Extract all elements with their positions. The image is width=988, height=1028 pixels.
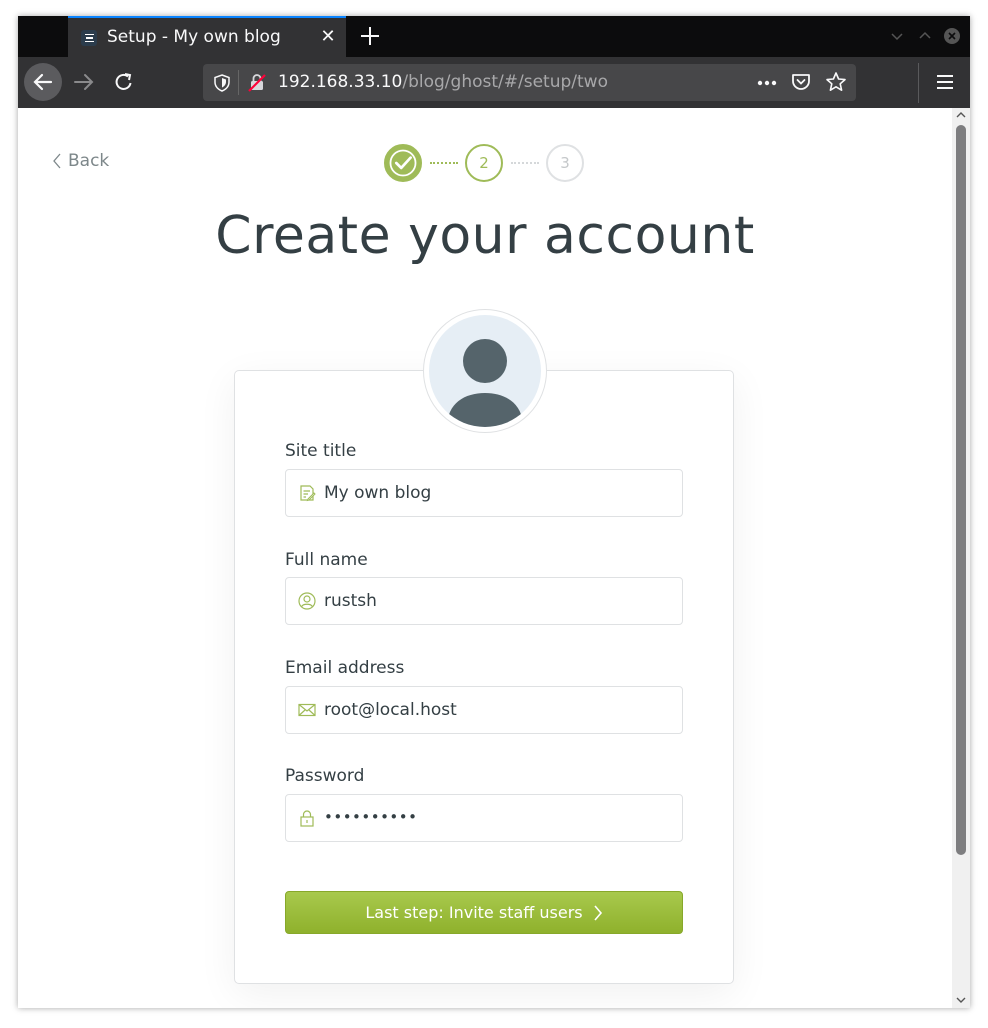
reload-button[interactable] [106, 64, 142, 100]
envelope-icon [298, 703, 316, 717]
tab-strip: Setup - My own blog ✕ [18, 16, 970, 57]
site-title-input[interactable]: My own blog [285, 469, 683, 517]
step-3-pending: 3 [546, 144, 584, 182]
scroll-thumb[interactable] [956, 125, 966, 855]
reload-icon [115, 73, 132, 90]
checkmark-icon [389, 149, 417, 177]
full-name-value: rustsh [324, 591, 377, 611]
submit-label: Last step: Invite staff users [365, 903, 583, 922]
email-value: root@local.host [324, 700, 457, 720]
back-label: Back [68, 151, 110, 171]
step-1-complete [384, 144, 422, 182]
password-input[interactable]: •••••••••• [285, 794, 683, 842]
scroll-up-icon[interactable] [956, 111, 966, 119]
bookmark-star-icon[interactable] [825, 71, 847, 93]
back-button[interactable] [24, 63, 62, 101]
site-title-value: My own blog [324, 483, 432, 503]
lock-icon [300, 810, 314, 827]
chevron-left-icon [53, 153, 61, 169]
user-circle-icon [298, 592, 316, 610]
step-connector [511, 162, 539, 164]
window-close-icon[interactable] [943, 27, 961, 45]
avatar-placeholder [429, 315, 541, 427]
url-host: 192.168.33.10 [278, 72, 403, 92]
chevron-right-icon [594, 904, 602, 921]
user-silhouette-icon [447, 339, 523, 427]
hamburger-menu-icon[interactable] [935, 73, 955, 91]
password-label: Password [285, 766, 365, 786]
full-name-label: Full name [285, 550, 368, 570]
url-separator [238, 70, 239, 95]
back-link[interactable]: Back [52, 151, 109, 171]
browser-window: Setup - My own blog ✕ 192.168.33.10/blog… [18, 16, 970, 1008]
email-label: Email address [285, 658, 405, 678]
close-tab-icon[interactable]: ✕ [318, 27, 338, 47]
invite-staff-button[interactable]: Last step: Invite staff users [285, 891, 683, 934]
toolbar-separator [918, 63, 919, 103]
insecure-lock-icon[interactable] [247, 73, 267, 93]
page-content: Back 2 3 Create your account Site title … [18, 108, 952, 1008]
url-path: /blog/ghost/#/setup/two [402, 72, 608, 92]
forward-button[interactable] [66, 64, 102, 100]
pocket-icon[interactable] [791, 72, 811, 92]
favicon-icon [81, 30, 97, 46]
page-scrollbar[interactable] [952, 108, 970, 1008]
page-title: Create your account [215, 206, 755, 266]
new-tab-icon[interactable] [356, 22, 384, 50]
email-input[interactable]: root@local.host [285, 686, 683, 734]
browser-tab[interactable]: Setup - My own blog ✕ [68, 16, 346, 57]
arrow-right-icon [74, 74, 94, 90]
avatar-upload[interactable] [423, 309, 547, 433]
site-title-label: Site title [285, 441, 357, 461]
arrow-left-icon [33, 73, 53, 91]
chevron-down-icon[interactable] [889, 28, 905, 44]
tab-title: Setup - My own blog [107, 27, 281, 47]
url-text[interactable]: 192.168.33.10/blog/ghost/#/setup/two [278, 72, 608, 92]
setup-steps: 2 3 [384, 144, 584, 184]
pencil-note-icon [300, 485, 316, 502]
step-connector [430, 162, 458, 164]
shield-icon[interactable] [214, 74, 230, 92]
full-name-input[interactable]: rustsh [285, 577, 683, 625]
navigation-bar: 192.168.33.10/blog/ghost/#/setup/two [18, 57, 970, 108]
scroll-down-icon[interactable] [956, 996, 966, 1004]
chevron-up-icon[interactable] [917, 28, 933, 44]
step-2-current: 2 [465, 144, 503, 182]
password-value: •••••••••• [324, 808, 418, 826]
more-actions-icon[interactable] [756, 77, 778, 89]
url-bar[interactable]: 192.168.33.10/blog/ghost/#/setup/two [203, 64, 856, 101]
